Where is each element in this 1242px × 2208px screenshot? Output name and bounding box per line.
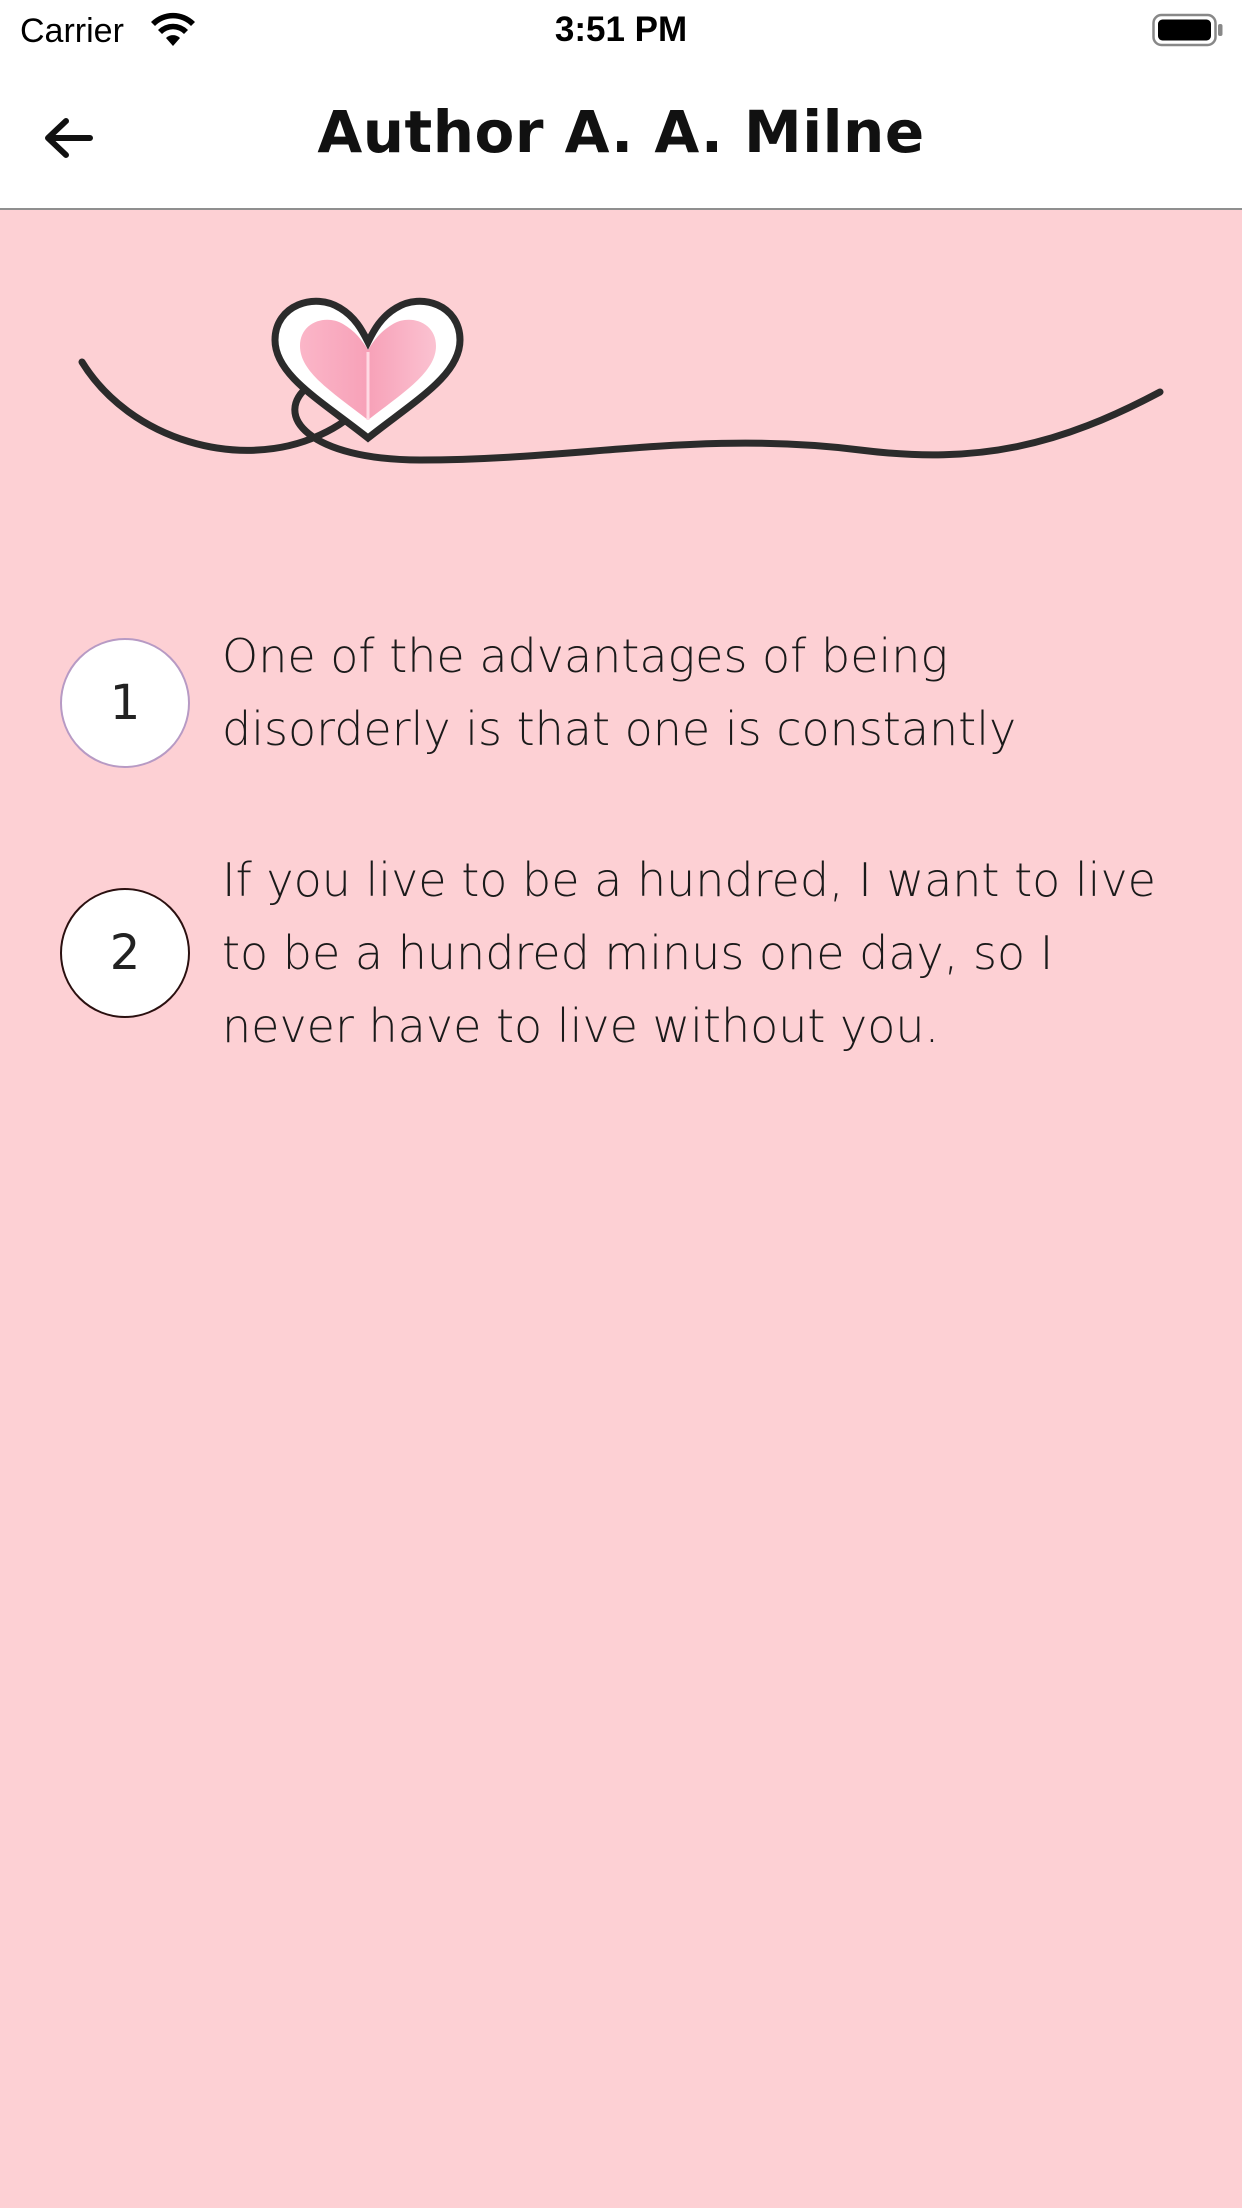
quote-number-badge: 2 [60, 888, 190, 1018]
list-item[interactable]: 1 One of the advantages of being disorde… [0, 620, 1242, 850]
heart-ribbon-icon [78, 297, 1164, 464]
page-title: Author A. A. Milne [317, 98, 925, 166]
quote-number-badge: 1 [60, 638, 190, 768]
quote-text: If you live to be a hundred, I want to l… [222, 853, 1156, 1053]
quote-text: One of the advantages of being disorderl… [222, 629, 1017, 756]
status-bar: Carrier 3:51 PM [0, 0, 1242, 62]
battery-icon [1152, 13, 1223, 47]
quote-list: 1 One of the advantages of being disorde… [0, 620, 1242, 1120]
list-item[interactable]: 2 If you live to be a hundred, I want to… [0, 853, 1242, 1120]
status-time: 3:51 PM [554, 10, 688, 49]
navigation-bar: Author A. A. Milne [0, 62, 1242, 210]
